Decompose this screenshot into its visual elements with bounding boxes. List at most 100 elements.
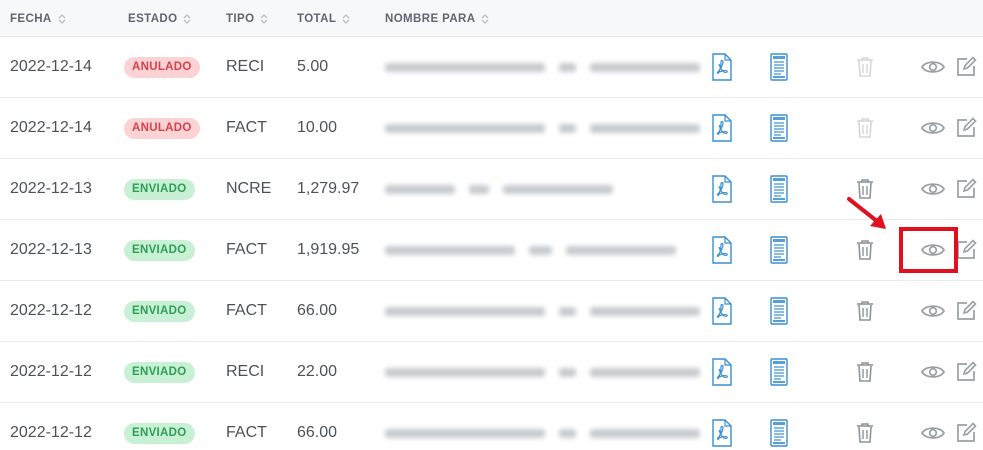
table-body: 2022-12-14 ANULADO RECI 5.00 2022-12-14 … [0,37,983,450]
edit-icon[interactable] [954,281,978,341]
eye-icon[interactable] [919,281,947,341]
cell-estado: ENVIADO [124,281,195,341]
table-row: 2022-12-13 ENVIADO NCRE 1,279.97 [0,159,983,220]
cell-tipo: FACT [226,241,267,258]
cell-fecha: 2022-12-13 [10,180,92,197]
edit-icon[interactable] [954,37,978,97]
column-header-tipo[interactable]: TIPO [226,0,268,37]
cell-total: 1,919.95 [297,241,360,258]
cell-total: 22.00 [297,363,338,380]
pdf-icon[interactable] [709,37,735,97]
status-badge: ENVIADO [124,300,195,322]
cell-estado: ENVIADO [124,342,195,402]
cell-nombre-para-redacted [385,181,613,197]
column-header-label: NOMBRE PARA [385,12,476,25]
cell-fecha: 2022-12-12 [10,302,92,319]
cell-tipo: FACT [226,424,267,441]
cell-estado: ENVIADO [124,403,195,450]
sort-icon[interactable] [481,13,489,25]
trash-icon[interactable] [853,342,877,402]
xml-document-icon[interactable] [767,159,791,219]
cell-tipo: RECI [226,363,265,380]
cell-fecha: 2022-12-14 [10,119,92,136]
xml-document-icon[interactable] [767,342,791,402]
cell-fecha: 2022-12-14 [10,58,92,75]
cell-total: 66.00 [297,424,338,441]
table-row: 2022-12-14 ANULADO RECI 5.00 [0,37,983,98]
trash-icon [853,98,877,158]
column-header-total[interactable]: TOTAL [297,0,350,37]
edit-icon[interactable] [954,159,978,219]
column-header-estado[interactable]: ESTADO [128,0,191,37]
xml-document-icon[interactable] [767,37,791,97]
eye-icon[interactable] [919,37,947,97]
status-badge: ENVIADO [124,178,195,200]
table-row: 2022-12-12 ENVIADO FACT 66.00 [0,281,983,342]
pdf-icon[interactable] [709,159,735,219]
cell-nombre-para-redacted [385,59,700,75]
column-header-nombre-para[interactable]: NOMBRE PARA [385,0,489,37]
eye-icon[interactable] [919,342,947,402]
table-header: FECHA ESTADO TIPO TOTAL NOMBRE PARA [0,0,983,37]
pdf-icon[interactable] [709,220,735,280]
edit-icon[interactable] [954,342,978,402]
status-badge: ENVIADO [124,361,195,383]
xml-document-icon[interactable] [767,98,791,158]
column-header-label: TOTAL [297,12,337,25]
status-badge: ANULADO [124,56,200,78]
cell-nombre-para-redacted [385,364,700,380]
cell-total: 1,279.97 [297,180,360,197]
invoices-table: FECHA ESTADO TIPO TOTAL NOMBRE PARA 2022… [0,0,983,450]
status-badge: ENVIADO [124,422,195,444]
status-badge: ANULADO [124,117,200,139]
xml-document-icon[interactable] [767,281,791,341]
cell-tipo: FACT [226,302,267,319]
trash-icon[interactable] [853,220,877,280]
cell-tipo: NCRE [226,180,272,197]
cell-fecha: 2022-12-12 [10,424,92,441]
cell-tipo: RECI [226,58,265,75]
cell-estado: ENVIADO [124,220,195,280]
pdf-icon[interactable] [709,403,735,450]
eye-icon[interactable] [919,220,947,280]
cell-total: 10.00 [297,119,338,136]
edit-icon[interactable] [954,220,978,280]
column-header-fecha[interactable]: FECHA [10,0,66,37]
table-row: 2022-12-14 ANULADO FACT 10.00 [0,98,983,159]
pdf-icon[interactable] [709,342,735,402]
sort-icon[interactable] [342,13,350,25]
cell-nombre-para-redacted [385,425,700,441]
eye-icon[interactable] [919,98,947,158]
column-header-label: ESTADO [128,12,178,25]
cell-nombre-para-redacted [385,242,677,258]
pdf-icon[interactable] [709,98,735,158]
trash-icon[interactable] [853,281,877,341]
table-row: 2022-12-13 ENVIADO FACT 1,919.95 [0,220,983,281]
column-header-label: TIPO [226,12,255,25]
eye-icon[interactable] [919,403,947,450]
eye-icon[interactable] [919,159,947,219]
xml-document-icon[interactable] [767,220,791,280]
cell-estado: ANULADO [124,37,200,97]
cell-total: 5.00 [297,58,329,75]
trash-icon[interactable] [853,159,877,219]
sort-icon[interactable] [183,13,191,25]
trash-icon [853,37,877,97]
cell-nombre-para-redacted [385,120,700,136]
edit-icon[interactable] [954,98,978,158]
edit-icon[interactable] [954,403,978,450]
trash-icon[interactable] [853,403,877,450]
table-row: 2022-12-12 ENVIADO FACT 66.00 [0,403,983,450]
xml-document-icon[interactable] [767,403,791,450]
cell-estado: ENVIADO [124,159,195,219]
sort-icon[interactable] [58,13,66,25]
sort-icon[interactable] [260,13,268,25]
cell-tipo: FACT [226,119,267,136]
cell-total: 66.00 [297,302,338,319]
cell-fecha: 2022-12-13 [10,241,92,258]
cell-nombre-para-redacted [385,303,700,319]
pdf-icon[interactable] [709,281,735,341]
status-badge: ENVIADO [124,239,195,261]
table-row: 2022-12-12 ENVIADO RECI 22.00 [0,342,983,403]
cell-estado: ANULADO [124,98,200,158]
